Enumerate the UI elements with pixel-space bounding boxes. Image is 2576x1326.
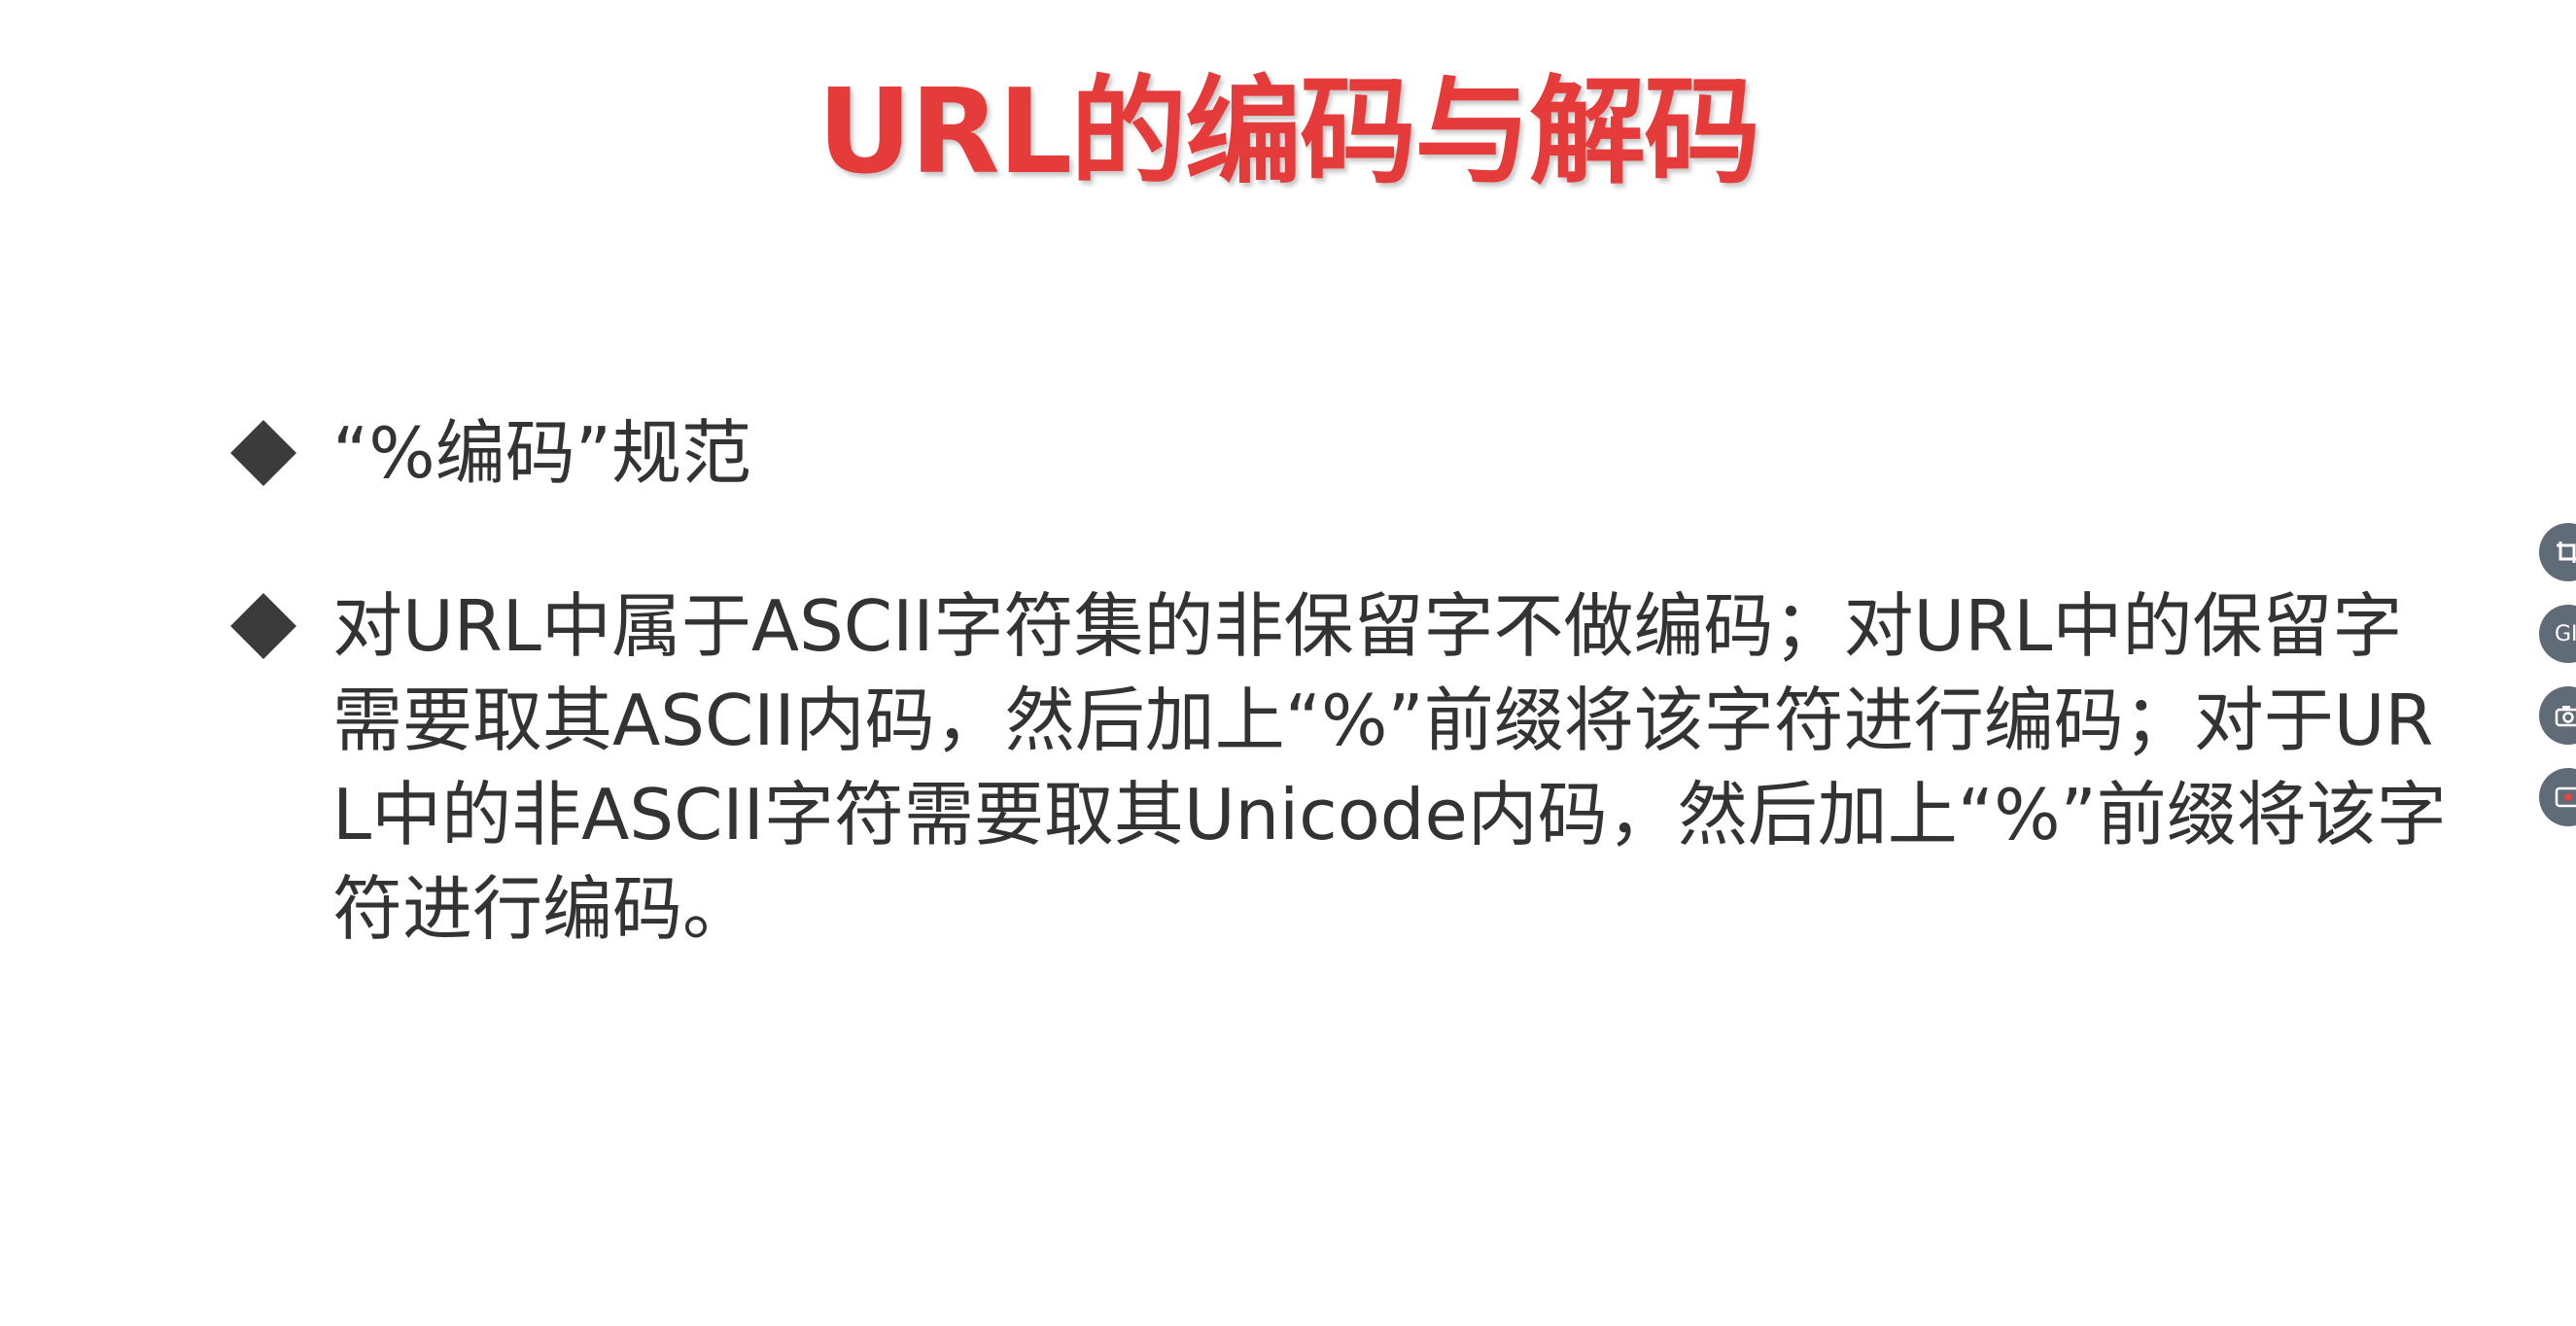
crop-button[interactable] [2539,523,2576,581]
gif-button[interactable]: GI [2539,605,2576,663]
record-button[interactable] [2539,768,2576,826]
bullet-diamond-icon [230,593,296,659]
record-icon [2555,785,2576,809]
bullet-diamond-icon [230,420,296,486]
bullet-text: “%编码”规范 [332,412,752,494]
side-toolbar: GI [2539,523,2576,850]
gif-icon: GI [2555,621,2576,646]
slide-title: URL的编码与解码 [817,65,1760,200]
slide: URL的编码与解码 “%编码”规范 对URL中属于ASCII字符集的非保留字不做… [0,0,2576,1326]
crop-icon [2555,540,2576,565]
camera-icon [2555,704,2576,727]
camera-button[interactable] [2539,686,2576,745]
bullet-text: 对URL中属于ASCII字符集的非保留字不做编码；对URL中的保留字需要取其AS… [332,585,2447,950]
bullet-item: “%编码”规范 [230,406,2457,501]
bullet-item: 对URL中属于ASCII字符集的非保留字不做编码；对URL中的保留字需要取其AS… [230,579,2457,957]
